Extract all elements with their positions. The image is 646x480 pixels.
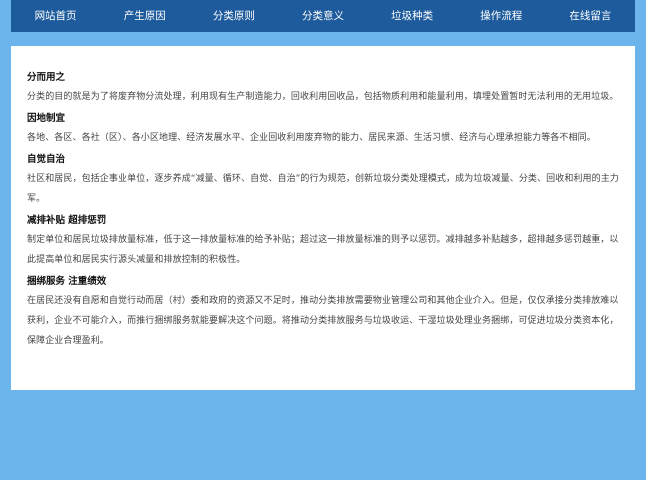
nav-item-types[interactable]: 垃圾种类 <box>368 0 457 32</box>
main-nav: 网站首页 产生原因 分类原则 分类意义 垃圾种类 操作流程 在线留言 <box>11 0 635 32</box>
section-heading: 因地制宜 <box>27 113 66 124</box>
section-heading: 捆绑服务 注重绩效 <box>27 276 107 287</box>
section-heading: 分而用之 <box>27 72 66 83</box>
section-body: 社区和居民，包括企事业单位，逐步养成“减量、循环、自觉、自治”的行为规范，创新垃… <box>27 174 619 204</box>
section-body: 在居民还没有自愿和自觉行动而居（村）委和政府的资源又不足时，推动分类排放需要物业… <box>27 296 619 346</box>
section-heading: 自觉自治 <box>27 154 66 165</box>
nav-item-process[interactable]: 操作流程 <box>457 0 546 32</box>
section-body: 制定单位和居民垃圾排放量标准，低于这一排放量标准的给予补贴；超过这一排放量标准的… <box>27 235 619 265</box>
nav-item-home[interactable]: 网站首页 <box>11 0 100 32</box>
content-panel: 分而用之 分类的目的就是为了将废弃物分流处理，利用现有生产制造能力，回收利用回收… <box>11 46 635 390</box>
section-body: 分类的目的就是为了将废弃物分流处理，利用现有生产制造能力，回收利用回收品，包括物… <box>27 92 619 102</box>
section-body: 各地、各区、各社（区）、各小区地理、经济发展水平、企业回收利用废弃物的能力、居民… <box>27 133 596 143</box>
section-heading: 减排补贴 超排惩罚 <box>27 215 107 226</box>
nav-item-message[interactable]: 在线留言 <box>546 0 635 32</box>
nav-item-causes[interactable]: 产生原因 <box>100 0 189 32</box>
nav-item-principles[interactable]: 分类原则 <box>189 0 278 32</box>
nav-item-significance[interactable]: 分类意义 <box>278 0 367 32</box>
